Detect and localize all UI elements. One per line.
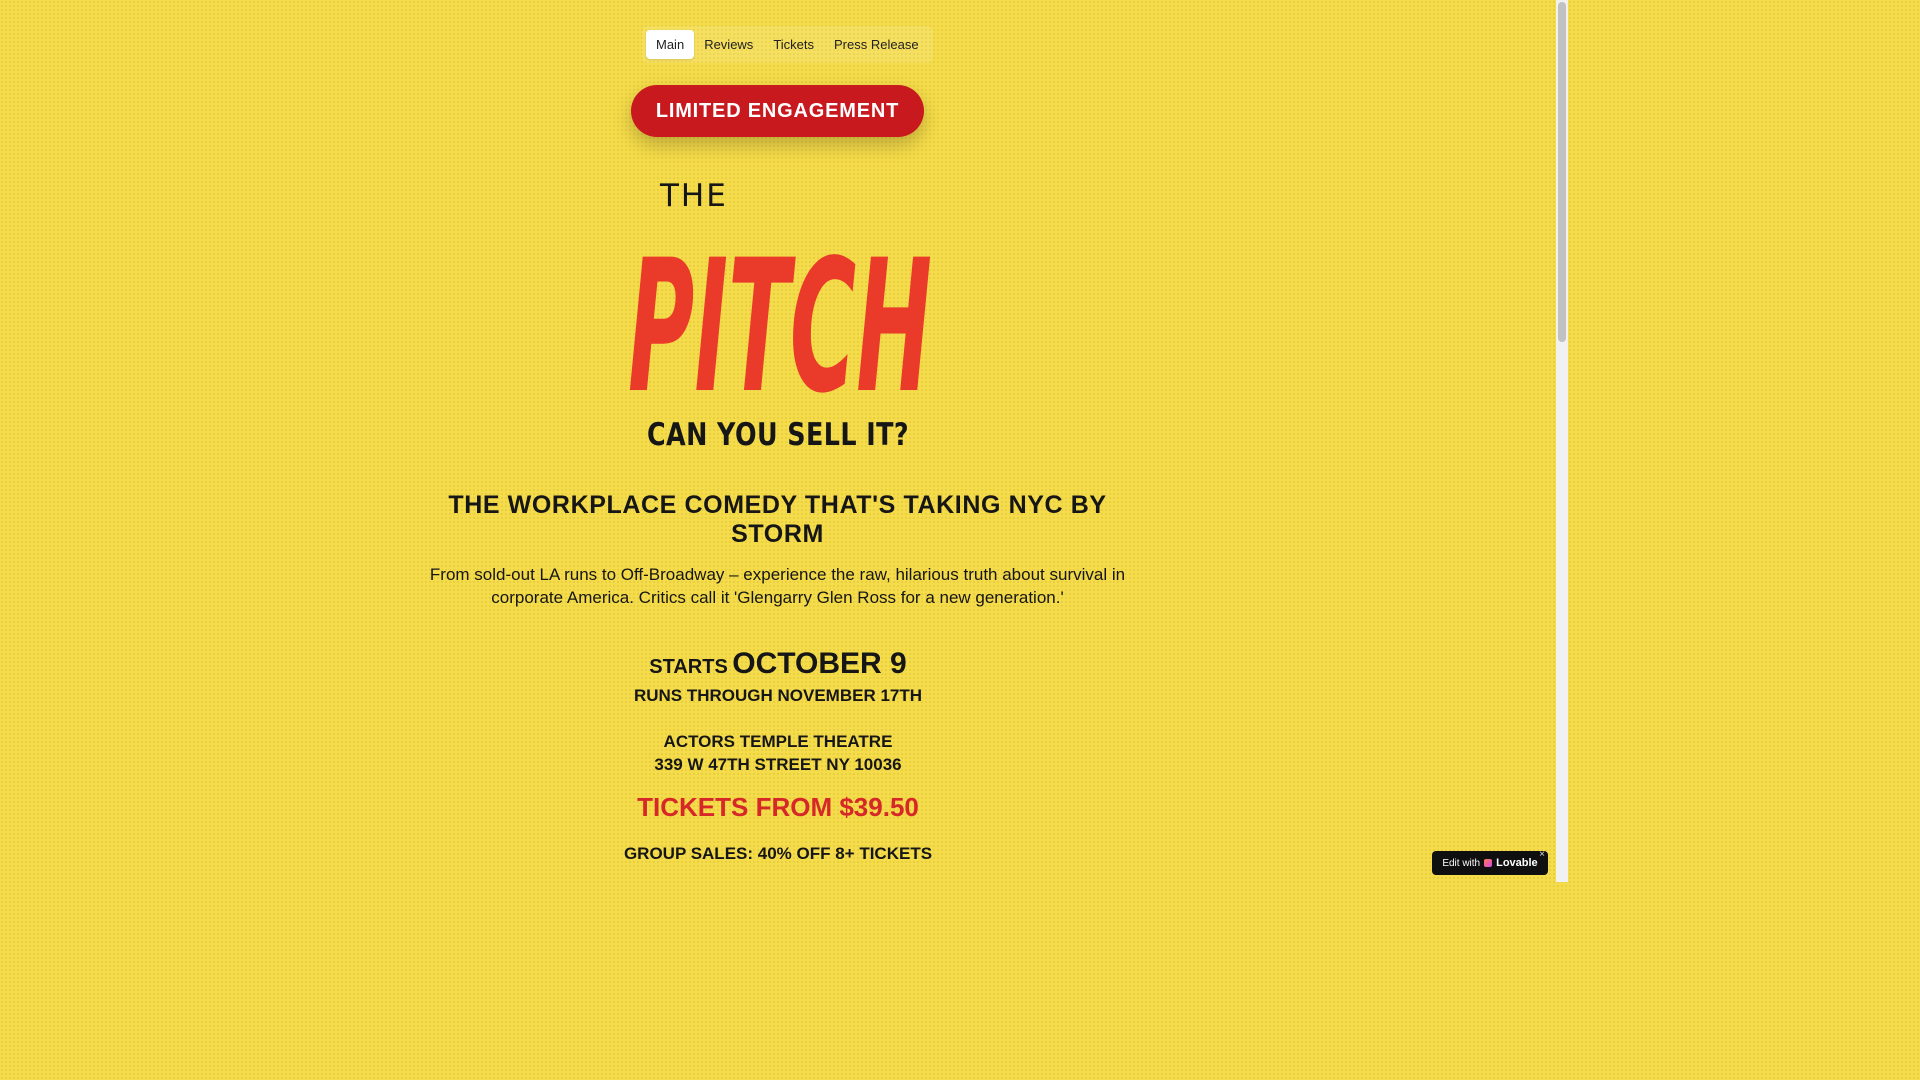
starts-label: STARTS	[649, 656, 728, 678]
show-description: From sold-out LA runs to Off-Broadway – …	[429, 565, 1126, 607]
the-pitch-logo: THE PITCH	[628, 180, 932, 400]
tab-tickets[interactable]: Tickets	[763, 30, 824, 59]
venue-block: ACTORS TEMPLE THEATRE 339 W 47TH STREET …	[0, 730, 1556, 776]
vertical-scrollbar[interactable]	[1556, 0, 1568, 882]
logo-the-text: THE	[659, 180, 728, 214]
close-icon[interactable]: ×	[1539, 849, 1545, 860]
lovable-heart-icon	[1484, 859, 1493, 867]
top-tab-bar: Main Reviews Tickets Press Release	[642, 26, 933, 63]
lovable-prefix: Edit with	[1442, 857, 1481, 869]
runs-through: RUNS THROUGH NOVEMBER 17TH	[633, 686, 923, 705]
logo-pitch-text: PITCH	[628, 221, 932, 400]
start-date: OCTOBER 9	[732, 647, 907, 680]
tagline: CAN YOU SELL IT?	[646, 417, 910, 453]
group-sales: GROUP SALES: 40% OFF 8+ TICKETS	[623, 844, 933, 863]
limited-engagement-badge: LIMITED ENGAGEMENT	[631, 85, 924, 137]
start-date-line: STARTS OCTOBER 9	[0, 647, 1556, 681]
venue-address: 339 W 47TH STREET NY 10036	[654, 755, 902, 774]
ticket-price: TICKETS FROM $39.50	[637, 792, 919, 822]
page: Main Reviews Tickets Press Release LIMIT…	[0, 0, 1556, 882]
tab-main[interactable]: Main	[646, 30, 695, 59]
edit-with-lovable-button[interactable]: Edit with Lovable ×	[1432, 849, 1548, 875]
tab-press-release[interactable]: Press Release	[824, 30, 929, 59]
scrollbar-thumb[interactable]	[1558, 2, 1566, 342]
tab-reviews[interactable]: Reviews	[694, 30, 763, 59]
headline: THE WORKPLACE COMEDY THAT'S TAKING NYC B…	[448, 491, 1107, 548]
venue-name: ACTORS TEMPLE THEATRE	[663, 732, 893, 751]
lovable-brand: Lovable	[1496, 857, 1538, 869]
